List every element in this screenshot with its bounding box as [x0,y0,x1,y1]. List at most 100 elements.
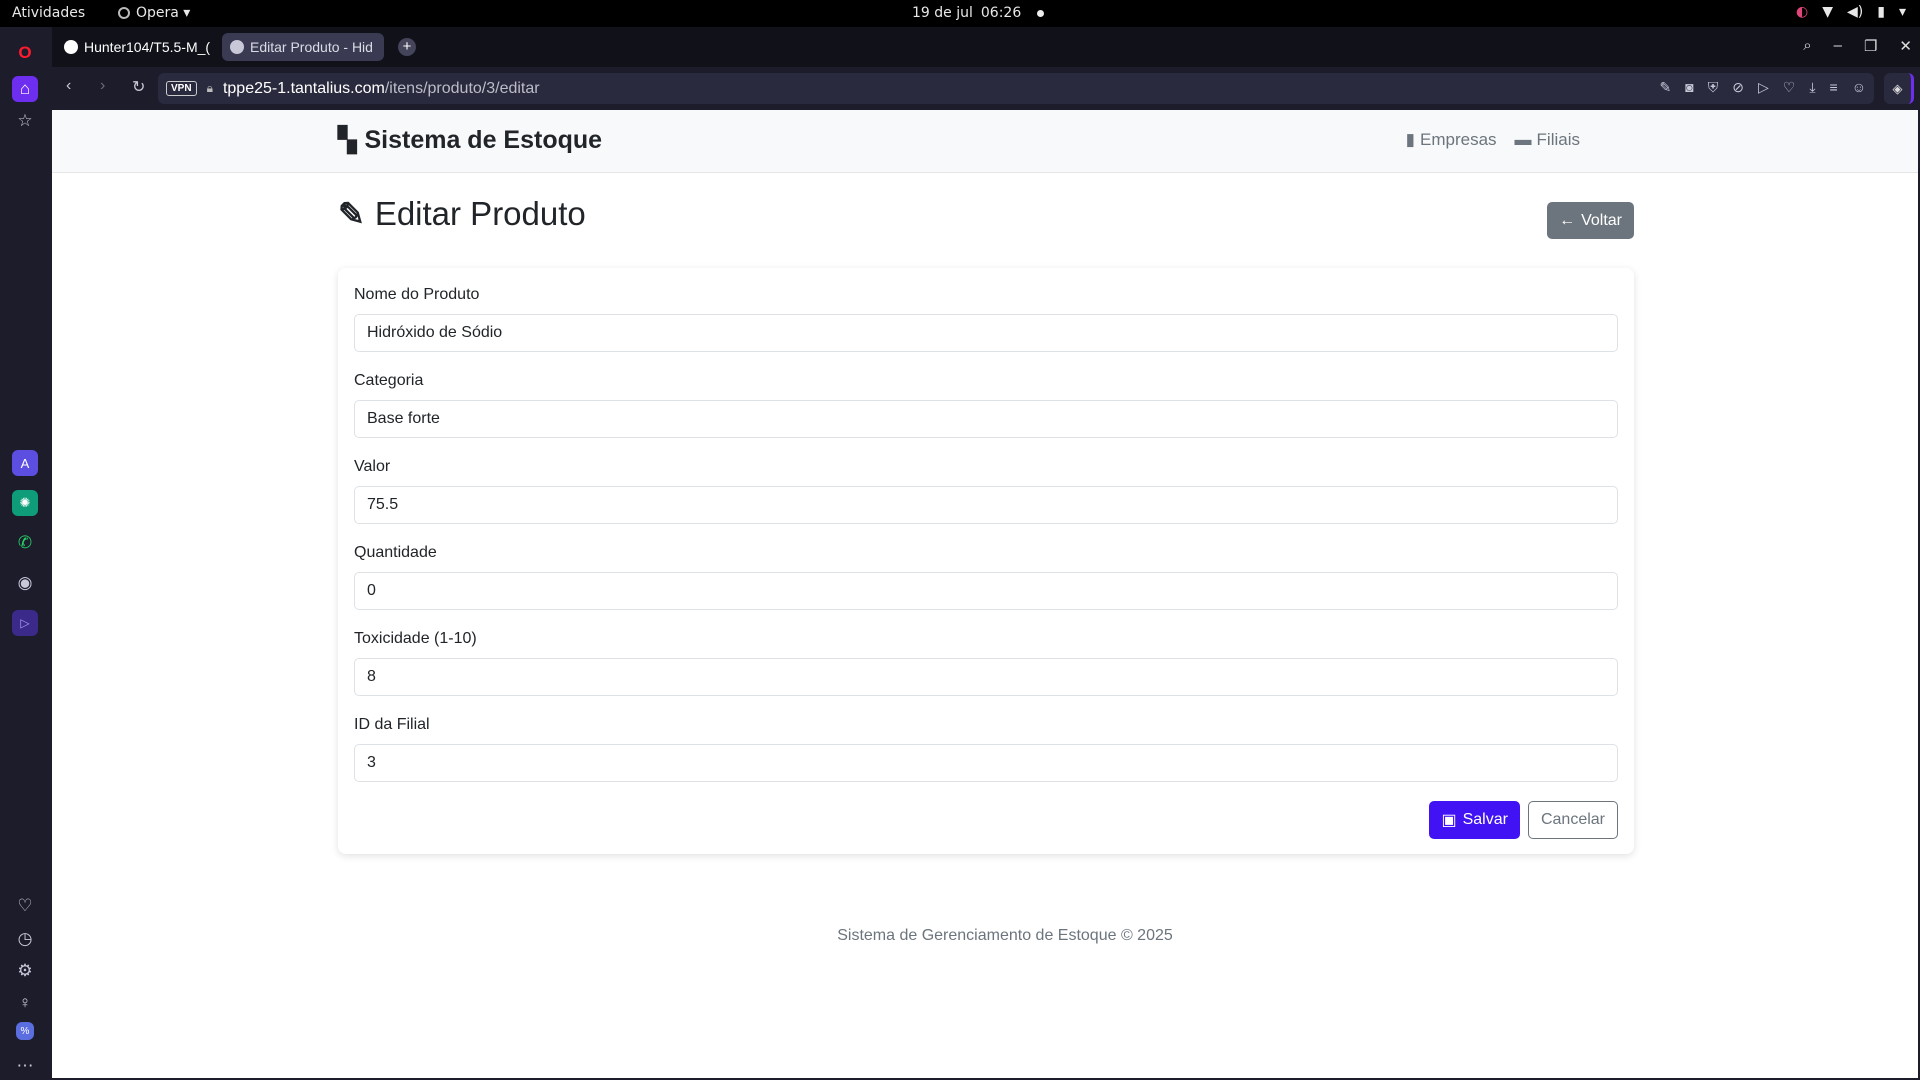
reload-icon[interactable]: ↻ [132,77,145,97]
activities-button[interactable]: Atividades [12,5,85,21]
easy-setup-icon[interactable]: ≡ [1830,79,1838,96]
field-label: ID da Filial [354,716,430,733]
nav-link-label: Empresas [1420,130,1497,149]
edit-product-form: Nome do Produto Hidróxido de Sódio Categ… [338,268,1634,854]
site-navbar: ▚ Sistema de Estoque ▮ Empresas ▬ Filiai… [52,110,1918,173]
field-nome-produto: Nome do Produto Hidróxido de Sódio [354,284,1618,352]
tracker-blocker-icon[interactable]: ⊘ [1732,79,1744,96]
url-host: tppe25-1.tantalius.com [222,79,385,97]
page-viewport: ▚ Sistema de Estoque ▮ Empresas ▬ Filiai… [52,110,1918,1078]
field-label: Nome do Produto [354,286,480,303]
new-tab-button[interactable]: + [398,38,416,56]
field-valor: Valor 75.5 [354,456,1618,524]
vpn-badge[interactable]: VPN [166,81,197,96]
url-path: /itens/produto/3/editar [384,79,540,97]
send-icon[interactable]: ▷ [1758,79,1769,96]
save-button-label: Salvar [1462,811,1508,828]
page-title-text: Editar Produto [374,195,586,232]
restore-icon[interactable]: ❐ [1864,37,1877,55]
page-footer: Sistema de Gerenciamento de Estoque © 20… [837,927,1173,944]
profile-icon[interactable]: ☺ [1852,79,1866,96]
floppy-disk-icon: ▣ [1441,812,1457,829]
main-container: ✎ Editar Produto ← Voltar Nome do Produt… [338,173,1634,854]
history-icon[interactable]: ◷ [12,926,38,952]
tray-menu-chevron-icon: ▾ [1898,4,1906,20]
minimize-icon[interactable]: – [1834,37,1842,55]
aria-ai-icon[interactable]: A [12,450,38,476]
brand-title: Sistema de Estoque [364,126,603,154]
close-icon[interactable]: ✕ [1899,37,1912,55]
field-label: Valor [354,458,391,475]
clock-time: 06:26 [980,5,1022,21]
player-icon[interactable]: ▷ [12,610,38,636]
nome-produto-input[interactable]: Hidróxido de Sódio [354,314,1618,352]
field-label: Quantidade [354,544,437,561]
github-favicon-icon [64,40,78,54]
toxicidade-input[interactable]: 8 [354,658,1618,696]
field-id-filial: ID da Filial 3 [354,714,1618,782]
categoria-input[interactable]: Base forte [354,400,1618,438]
tab-editar-produto[interactable]: Editar Produto - Hid [222,33,384,61]
tab-bar: Hunter104/T5.5-M_( Editar Produto - Hid … [52,27,1920,67]
pinboard-icon[interactable]: ☆ [12,108,38,134]
forward-arrow-icon[interactable]: › [100,77,105,95]
nav-link-label: Filiais [1536,130,1580,149]
store-icon: ▬ [1514,130,1532,149]
form-actions: ▣ Salvar Cancelar [1429,801,1618,839]
opera-app-icon [118,7,130,19]
camera-icon[interactable]: ◙ [1685,79,1693,96]
search-tabs-icon[interactable]: ⌕ [1803,37,1811,55]
wifi-icon: ▼ [1822,4,1834,20]
bookmark-heart-icon[interactable]: ♡ [1783,79,1796,96]
back-button[interactable]: ← Voltar [1547,202,1634,239]
address-bar[interactable]: VPN 🔒︎ tppe25-1.tantalius.com/itens/prod… [158,73,1874,104]
field-categoria: Categoria Base forte [354,370,1618,438]
globe-favicon-icon [230,40,244,54]
download-icon[interactable]: ⤓ [1809,79,1815,96]
brand-link[interactable]: ▚ Sistema de Estoque [338,126,602,155]
clock-date: 19 de jul [912,5,973,21]
shield-icon[interactable]: ⛨ [1708,79,1719,96]
tab-title: Hunter104/T5.5-M_( [84,39,211,55]
valor-input[interactable]: 75.5 [354,486,1618,524]
page-title: ✎ Editar Produto [338,195,586,233]
back-arrow-icon[interactable]: ‹ [66,77,71,95]
whatsapp-icon[interactable]: ✆ [12,530,38,556]
arrow-left-icon: ← [1559,211,1576,229]
back-button-label: Voltar [1581,211,1622,229]
system-tray[interactable]: ◐ ▼ ◀) ▮ ▾ [1796,4,1906,20]
music-player-icon[interactable]: ◉ [12,570,38,596]
system-top-bar: Atividades Opera ▾ 19 de jul 06:26 ◐ ▼ ◀… [0,0,1920,27]
clock[interactable]: 19 de jul 06:26 [912,5,1045,21]
volume-icon: ◀) [1847,4,1864,20]
field-toxicidade: Toxicidade (1-10) 8 [354,628,1618,696]
app-menu-label: Opera ▾ [136,5,191,21]
save-button[interactable]: ▣ Salvar [1429,801,1520,839]
battery-icon: ▮ [1877,4,1885,20]
chatgpt-icon[interactable]: ✺ [12,490,38,516]
tips-lightbulb-icon[interactable]: ♀ [12,990,38,1016]
lock-icon[interactable]: 🔒︎ [207,81,213,96]
notification-dot-icon [1037,9,1045,17]
edit-icon[interactable]: ✎ [1660,79,1672,96]
more-dots-icon[interactable]: ⋯ [12,1053,38,1079]
quantidade-input[interactable]: 0 [354,572,1618,610]
building-icon: ▮ [1405,130,1416,149]
cancel-button[interactable]: Cancelar [1527,801,1618,839]
url-text[interactable]: tppe25-1.tantalius.com/itens/produto/3/e… [223,80,540,98]
address-bar-tools: ✎ ◙ ⛨ ⊘ ▷ ♡ ⤓ ≡ ☺ [1660,79,1866,96]
boxes-icon: ▚ [338,127,357,154]
favorites-heart-icon[interactable]: ♡ [12,893,38,919]
translate-icon[interactable]: % [16,1022,34,1040]
settings-gear-icon[interactable]: ⚙ [12,958,38,984]
extensions-cube-icon[interactable]: ◈ [1884,73,1914,104]
home-icon[interactable]: ⌂ [12,76,38,102]
nav-link-filiais[interactable]: ▬ Filiais [1515,130,1580,150]
field-label: Toxicidade (1-10) [354,630,477,647]
app-menu[interactable]: Opera ▾ [118,5,190,21]
opera-logo-icon[interactable]: O [12,40,38,66]
tab-github[interactable]: Hunter104/T5.5-M_( [56,33,212,61]
id-filial-input[interactable]: 3 [354,744,1618,782]
nav-link-empresas[interactable]: ▮ Empresas [1406,130,1497,150]
navigation-bar: ‹ › ↻ VPN 🔒︎ tppe25-1.tantalius.com/iten… [52,67,1920,110]
